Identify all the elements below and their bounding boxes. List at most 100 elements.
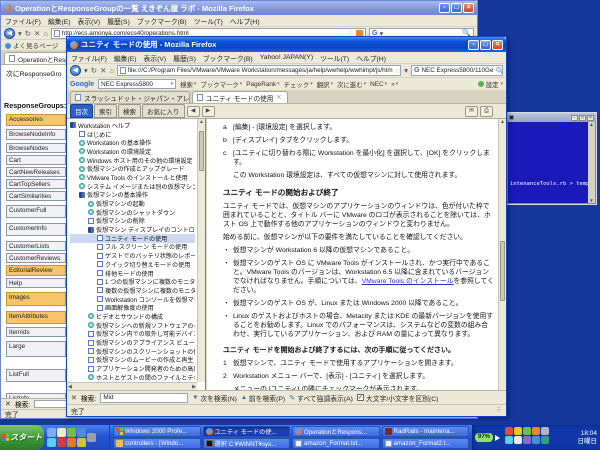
close-find-icon[interactable]: ✕ — [5, 400, 11, 408]
find-previous-button[interactable]: ▲ 前を検索(P) — [241, 393, 285, 403]
bg-close-button[interactable]: × — [463, 3, 474, 13]
sidebar-item-cartsimilarities[interactable]: CartSimilarities — [6, 191, 66, 201]
start-button[interactable]: スタート — [0, 425, 44, 450]
taskbar-button[interactable]: RadRails - maintena... — [382, 426, 470, 437]
taskbar-button[interactable]: ユニティ モードの使... — [203, 426, 291, 437]
fg-close-button[interactable]: × — [492, 40, 503, 50]
sidebar-item-browsenodes[interactable]: BrowseNodes — [6, 143, 66, 153]
bg-minimize-button[interactable]: - — [439, 3, 450, 13]
resize-grip[interactable]: ⠿ — [497, 407, 502, 414]
url-dropdown[interactable]: ▾ — [404, 66, 408, 75]
tree-item[interactable]: 仮想マシンの作成とアップグレード — [70, 164, 195, 173]
home-button[interactable]: ⌂ — [43, 29, 48, 38]
sidebar-item-editorialreview[interactable]: EditorialReview — [6, 265, 66, 276]
menu-item[interactable]: Yahoo! JAPAN(Y) — [260, 54, 313, 61]
tree-item[interactable]: はじめに — [70, 130, 195, 139]
stop-button[interactable]: ✕ — [34, 29, 40, 38]
console-titlebar[interactable]: - □ × — [507, 113, 596, 122]
tray-scheduler-icon[interactable] — [532, 427, 540, 435]
sidebar-item-customerinfo[interactable]: CustomerInfo — [6, 223, 66, 236]
tree-item[interactable]: フル スクリーン モードの使用 — [70, 243, 195, 252]
reload-button[interactable]: ↻ — [25, 29, 31, 38]
tree-item[interactable]: Workstation の環境設定 — [70, 147, 195, 156]
back-button[interactable]: ◀ — [4, 28, 15, 39]
menu-item[interactable]: ブックマーク(B) — [137, 16, 187, 26]
sidebar-item-customerlists[interactable]: CustomerLists — [6, 241, 66, 251]
match-case-checkbox[interactable]: ✓ 大文字/小文字を区別(C) — [357, 393, 439, 403]
back-button[interactable]: ◀ — [70, 65, 81, 76]
tree-item[interactable]: 仮想マシンのムービーの作成と再生 — [70, 356, 195, 365]
sidebar-item-carttopsellers[interactable]: CartTopSellers — [6, 179, 66, 189]
sidebar-item-accessories[interactable]: Accessories — [6, 114, 66, 126]
console-body[interactable]: intenanceTools.rb > temp ▲▼ — [507, 122, 596, 204]
help-tab-索引[interactable]: 索引 — [94, 104, 117, 118]
taskbar-button[interactable]: 選択 C:¥WINNT¥sys... — [203, 438, 291, 449]
google-toolbar-button[interactable]: 次に進む▾ — [337, 80, 366, 89]
tree-item[interactable]: Workstation の基本操作 — [70, 138, 195, 147]
help-tab-目次[interactable]: 目次 — [70, 104, 93, 118]
menu-item[interactable]: ブックマーク(B) — [203, 53, 253, 63]
sidebar-item-browsenodeinfo[interactable]: BrowseNodeInfo — [6, 129, 66, 140]
taskbar-button[interactable]: Windows 2000 Profe... — [113, 426, 201, 437]
sidebar-item-itemids[interactable]: ItemIds — [6, 327, 66, 337]
quicklaunch-firefox-icon[interactable] — [67, 438, 76, 447]
quicklaunch-tools-icon[interactable] — [87, 433, 96, 442]
help-tab-お気に入り[interactable]: お気に入り — [142, 104, 185, 118]
console-minimize-button[interactable]: - — [571, 115, 578, 121]
menu-item[interactable]: 履歴(S) — [173, 53, 196, 63]
google-toolbar-button[interactable]: チェック▾ — [284, 80, 313, 89]
google-toolbar-button[interactable]: ブックマーク▾ — [200, 80, 242, 89]
console-scrollbar[interactable]: ▲▼ — [588, 122, 595, 203]
tree-item[interactable]: 仮想マシンのスクリーンショットの作成 — [70, 347, 195, 356]
sidebar-item-listinfo[interactable]: ListInfo — [6, 393, 66, 398]
google-settings-button[interactable]: 設定 ▾ — [478, 80, 503, 89]
tray-power-icon[interactable] — [541, 427, 549, 435]
tree-item[interactable]: ホストとゲストの間のファイルとテキストの転送 — [70, 373, 195, 382]
quicklaunch-messenger-icon[interactable] — [67, 428, 76, 437]
close-tab-icon[interactable]: ✕ — [276, 94, 281, 101]
bg-maximize-button[interactable]: □ — [451, 3, 462, 13]
tree-item[interactable]: ゲストでのバッテリ状態のレポート — [70, 251, 195, 260]
tree-item[interactable]: 画面解像度の使用 — [70, 303, 195, 312]
sidebar-item-customerreviews[interactable]: CustomerReviews — [6, 253, 66, 263]
home-button[interactable]: ⌂ — [109, 66, 114, 75]
tree-item[interactable]: Windows ホスト用のその他の環境設定 — [70, 156, 195, 165]
taskbar-button[interactable]: amazon_Format.txt... — [292, 438, 380, 449]
previous-topic-button[interactable]: ◀ — [187, 106, 200, 117]
email-icon[interactable]: ✉ — [465, 106, 478, 117]
tray-update-icon[interactable] — [514, 427, 522, 435]
menu-item[interactable]: ヘルプ(H) — [230, 16, 260, 26]
fg-minimize-button[interactable]: - — [468, 40, 479, 50]
fg-titlebar[interactable]: ユニティ モードの使用 - Mozilla Firefox - □ × — [67, 37, 506, 52]
close-find-icon[interactable]: ✕ — [71, 394, 77, 402]
menu-item[interactable]: ツール(T) — [194, 16, 223, 26]
content-vertical-scrollbar[interactable]: ▲ — [498, 119, 506, 390]
tree-item[interactable]: ユニティ モードの使用 — [70, 234, 195, 243]
battery-indicator[interactable]: 97% — [475, 433, 493, 442]
tree-item[interactable]: Workstation ヘルプ — [70, 121, 195, 130]
bookmark-star-icon[interactable]: ☆ — [395, 67, 401, 75]
tray-ime-icon[interactable] — [514, 436, 522, 444]
quicklaunch-media-player-icon[interactable] — [57, 438, 66, 447]
google-toolbar-button[interactable]: »▾ — [391, 81, 398, 88]
tray-sound-mixer-icon[interactable] — [532, 436, 540, 444]
tree-item[interactable]: ビデオとサウンドの構成 — [70, 312, 195, 321]
google-toolbar-button[interactable]: 検索▾ — [180, 80, 196, 89]
quicklaunch-mail-icon[interactable] — [77, 428, 86, 437]
print-icon[interactable]: ⎙ — [480, 106, 493, 117]
chevron-down-icon[interactable]: ▾ — [171, 81, 174, 87]
help-browser-window[interactable]: ユニティ モードの使用 - Mozilla Firefox - □ × ファイル… — [66, 36, 507, 417]
next-topic-button[interactable]: ▶ — [202, 106, 215, 117]
google-toolbar-button[interactable]: PageRank▾ — [246, 81, 279, 88]
menu-item[interactable]: 履歴(S) — [107, 16, 130, 26]
tray-display-icon[interactable] — [523, 427, 531, 435]
taskbar-button[interactable]: controllers - [Windo... — [113, 438, 201, 449]
tree-item[interactable]: 排他モードの使用 — [70, 269, 195, 278]
sidebar-item-customerfull[interactable]: CustomerFull — [6, 205, 66, 218]
sidebar-item-help[interactable]: Help — [6, 278, 66, 288]
tree-item[interactable]: 仮想マシンのアプライアンス ビューの構成 — [70, 338, 195, 347]
help-tab-検索[interactable]: 検索 — [118, 104, 141, 118]
tree-horizontal-scrollbar[interactable]: ◀▶ — [67, 382, 197, 390]
fg-find-input[interactable]: Mid — [100, 393, 188, 403]
tree-vertical-scrollbar[interactable]: ▲ — [197, 119, 205, 382]
